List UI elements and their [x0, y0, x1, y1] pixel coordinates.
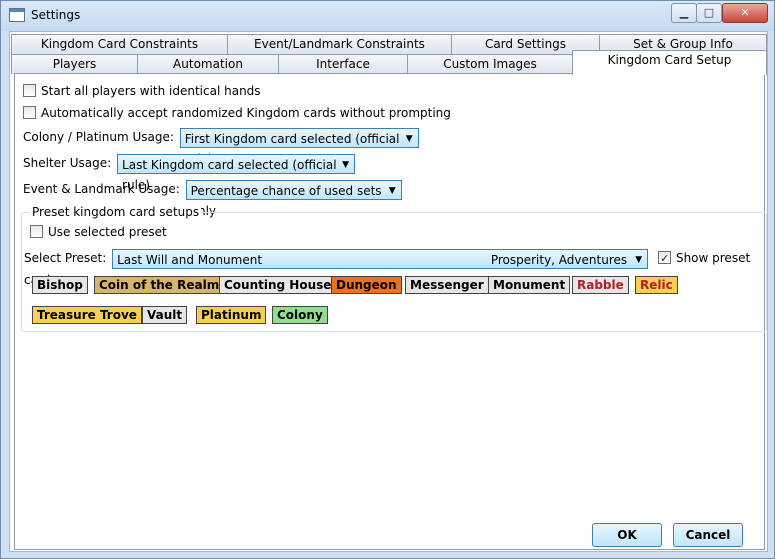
tab-automation[interactable]: Automation	[137, 54, 279, 74]
auto-accept-option[interactable]: Automatically accept randomized Kingdom …	[23, 104, 451, 122]
select-preset-row: Select Preset: Last Will and Monument Pr…	[24, 247, 764, 287]
dropdown-arrow-icon: ▼	[635, 254, 643, 265]
dialog-body: Kingdom Card Constraints Event/Landmark …	[9, 31, 768, 552]
preset-card-chip: Treasure Trove	[32, 306, 142, 324]
close-button[interactable]: ✕	[722, 3, 768, 23]
minimize-button[interactable]: ▁	[671, 3, 697, 23]
cancel-button[interactable]: Cancel	[673, 523, 743, 547]
tab-kingdom-card-constraints[interactable]: Kingdom Card Constraints	[11, 34, 228, 54]
tab-players[interactable]: Players	[11, 54, 138, 74]
auto-accept-checkbox[interactable]	[23, 106, 36, 119]
preset-card-chip: Monument	[488, 276, 571, 294]
colony-usage-label: Colony / Platinum Usage:	[23, 130, 174, 144]
dropdown-arrow-icon: ▼	[405, 133, 413, 144]
tab-event-landmark-constraints[interactable]: Event/Landmark Constraints	[227, 34, 452, 54]
use-selected-preset-checkbox[interactable]	[30, 225, 43, 238]
preset-card-chip: Platinum	[196, 306, 267, 324]
preset-card-chip: Messenger	[405, 276, 489, 294]
preset-group: Preset kingdom card setups Use selected …	[21, 205, 767, 332]
identical-hands-checkbox[interactable]	[23, 84, 36, 97]
preset-card-chip: Vault	[142, 306, 188, 324]
preset-name: Last Will and Monument	[117, 252, 263, 267]
event-landmark-usage-dropdown[interactable]: Percentage chance of used sets only ▼	[185, 179, 402, 218]
colony-usage-row: Colony / Platinum Usage: First Kingdom c…	[23, 126, 419, 166]
maximize-button[interactable]: □	[696, 3, 722, 23]
preset-card-chip: Relic	[635, 276, 678, 294]
use-selected-preset-label: Use selected preset	[48, 225, 167, 239]
tab-interface[interactable]: Interface	[278, 54, 408, 74]
title-bar[interactable]: Settings ▁ □ ✕	[1, 1, 774, 31]
preset-sets: Prosperity, Adventures	[490, 252, 628, 267]
tab-kingdom-card-setup[interactable]: Kingdom Card Setup	[572, 50, 767, 75]
dropdown-arrow-icon: ▼	[388, 185, 396, 196]
preset-dropdown[interactable]: Last Will and Monument Prosperity, Adven…	[112, 248, 649, 269]
ok-button[interactable]: OK	[592, 523, 662, 547]
identical-hands-option[interactable]: Start all players with identical hands	[23, 82, 261, 100]
select-preset-label: Select Preset:	[24, 251, 107, 265]
preset-card-chip: Counting House	[219, 276, 337, 294]
event-landmark-usage-label: Event & Landmark Usage:	[23, 182, 180, 196]
shelter-usage-dropdown[interactable]: Last Kingdom card selected (official rul…	[117, 153, 356, 192]
tab-custom-images[interactable]: Custom Images	[407, 54, 573, 74]
shelter-usage-row: Shelter Usage: Last Kingdom card selecte…	[23, 152, 356, 192]
preset-card-chip: Colony	[272, 306, 328, 324]
preset-card-chip: Bishop	[32, 276, 88, 294]
use-selected-preset-option[interactable]: Use selected preset	[30, 223, 167, 241]
dropdown-arrow-icon: ▼	[342, 159, 350, 170]
auto-accept-label: Automatically accept randomized Kingdom …	[41, 106, 451, 120]
preset-group-label: Preset kingdom card setups	[30, 205, 202, 219]
settings-window: Settings ▁ □ ✕ Kingdom Card Constraints …	[0, 0, 775, 559]
colony-usage-dropdown[interactable]: First Kingdom card selected (official ru…	[179, 127, 419, 166]
preset-card-chip: Coin of the Realm	[94, 276, 225, 294]
kingdom-card-setup-panel: Start all players with identical hands A…	[14, 73, 767, 550]
event-landmark-usage-row: Event & Landmark Usage: Percentage chanc…	[23, 178, 402, 218]
preset-card-chip: Rabble	[572, 276, 629, 294]
shelter-usage-label: Shelter Usage:	[23, 156, 112, 170]
preset-card-chip: Dungeon	[331, 276, 402, 294]
window-title: Settings	[31, 8, 81, 22]
identical-hands-label: Start all players with identical hands	[41, 84, 261, 98]
show-preset-cards-checkbox[interactable]	[657, 248, 671, 270]
app-window-icon	[9, 8, 25, 22]
